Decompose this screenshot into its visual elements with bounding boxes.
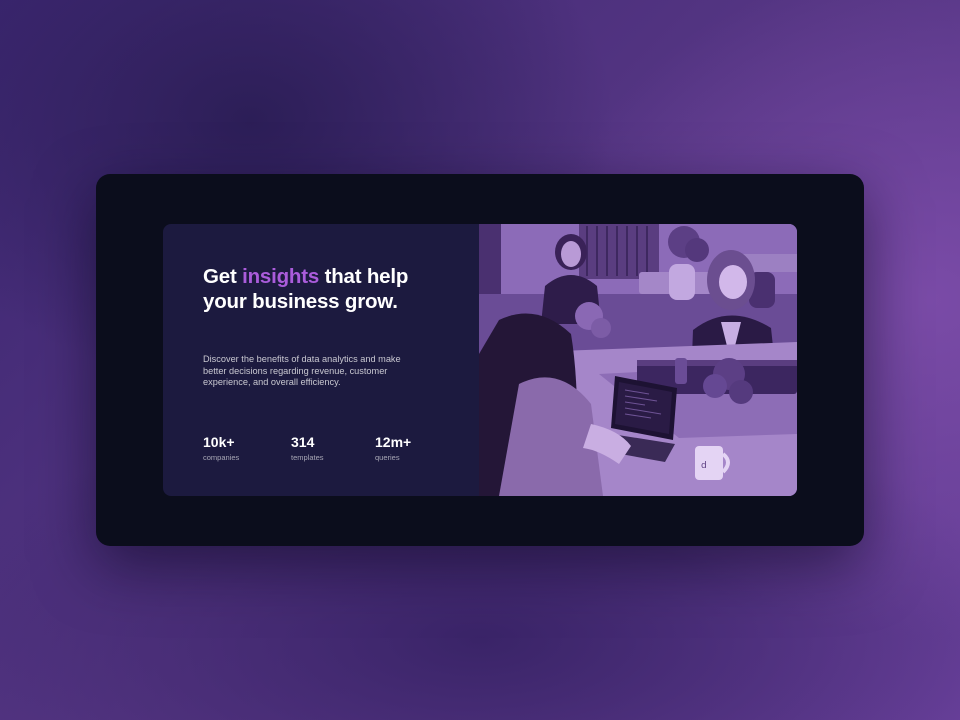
- headline-accent: insights: [242, 265, 320, 288]
- description: Discover the benefits of data analytics …: [203, 354, 401, 387]
- preview-frame: Get insights that help your business gro…: [96, 174, 864, 546]
- svg-text:d: d: [701, 461, 707, 471]
- headline-before: Get: [203, 265, 243, 288]
- stat-templates: 314 templates: [291, 434, 324, 463]
- stat-companies: 10k+ companies: [203, 434, 239, 463]
- stat-value: 12m+: [375, 434, 412, 450]
- stat-value: 10k+: [203, 434, 235, 450]
- office-meeting-photo: d: [479, 224, 797, 496]
- stat-queries: 12m+ queries: [375, 434, 411, 463]
- stat-label: templates: [291, 453, 324, 462]
- headline: Get insights that help your business gro…: [203, 264, 433, 314]
- stat-label: queries: [375, 453, 400, 462]
- photo-illustration: d: [479, 224, 797, 496]
- stats-preview-card: Get insights that help your business gro…: [163, 224, 797, 496]
- stat-value: 314: [291, 434, 315, 450]
- card-content: Get insights that help your business gro…: [163, 224, 479, 496]
- stats-row: 10k+ companies 314 templates 12m+ querie…: [203, 434, 443, 464]
- stat-label: companies: [203, 453, 240, 462]
